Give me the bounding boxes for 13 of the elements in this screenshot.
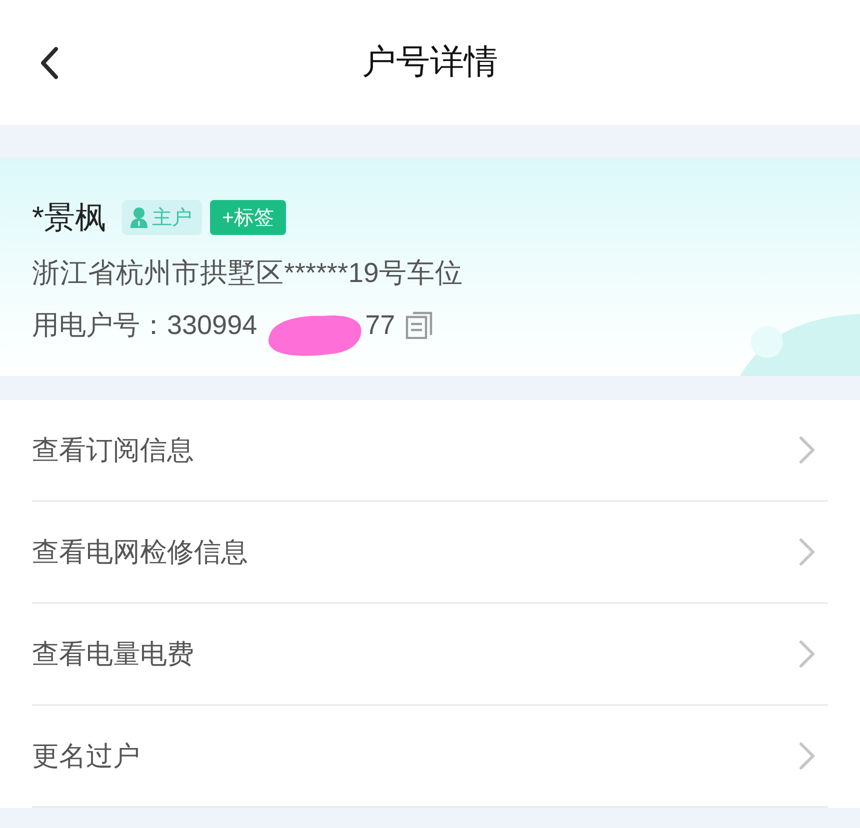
- role-badge: 主户: [122, 200, 202, 235]
- account-number-end: 77: [365, 309, 396, 342]
- person-icon: [130, 206, 148, 228]
- page-title: 户号详情: [362, 42, 498, 83]
- account-holder-name: *景枫: [32, 202, 106, 233]
- address-text: 浙江省杭州市拱墅区******19号车位: [32, 256, 464, 290]
- chevron-right-icon: [798, 537, 816, 567]
- account-number-start: 330994: [167, 309, 258, 342]
- chevron-right-icon: [798, 435, 816, 465]
- chevron-right-icon: [798, 639, 816, 669]
- chevron-right-icon: [798, 741, 816, 771]
- account-number-label: 用电户号：: [32, 309, 167, 342]
- copy-icon[interactable]: [405, 311, 434, 339]
